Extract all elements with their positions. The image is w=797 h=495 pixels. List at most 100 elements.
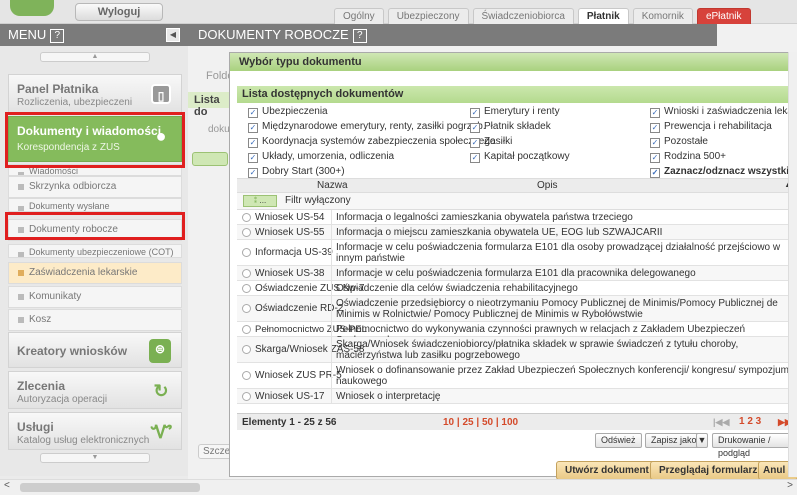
checkbox-check-icon: ✓ [248, 138, 258, 148]
sidebar-item-skrzynka[interactable]: Skrzynka odbiorcza [8, 176, 182, 198]
tab-ubezpieczony[interactable]: Ubezpieczony [387, 8, 469, 24]
sidebar: ▲ Panel Płatnika Rozliczenia, ubezpiecze… [0, 46, 188, 476]
sidebar-scroll-down-button[interactable]: ▼ [40, 453, 150, 463]
page-title: DOKUMENTY ROBOCZE [198, 27, 349, 42]
bg-filter-button[interactable] [192, 152, 228, 166]
sidebar-section-zlecenia[interactable]: Zlecenia Autoryzacja operacji ↻ [8, 371, 182, 409]
checkbox-check-icon: ✓ [650, 153, 660, 163]
sidebar-scroll-up-button[interactable]: ▲ [40, 52, 150, 62]
table-header: Nazwa Opis ▲ [237, 178, 797, 193]
save-as-dropdown-icon[interactable]: ▼ [696, 433, 708, 448]
radio-button[interactable] [242, 248, 251, 257]
radio-button[interactable] [242, 213, 251, 222]
doc-label: doku [208, 124, 230, 135]
sidebar-item-zaswiadczenia[interactable]: Zaświadczenia lekarskie [8, 262, 182, 284]
filter-bar: ⁑ ... Filtr wyłączony [237, 193, 797, 210]
checkbox-check-icon: ✓ [650, 138, 660, 148]
highlight-robocze [5, 212, 185, 240]
tab-komornik[interactable]: Komornik [632, 8, 693, 24]
scroll-right-icon[interactable]: > [787, 480, 793, 491]
role-tabs: Ogólny Ubezpieczony Świadczeniobiorca Pł… [334, 8, 755, 24]
browse-form-button[interactable]: Przeglądaj formularz [650, 461, 767, 480]
page-numbers[interactable]: 1 2 3 [739, 416, 761, 427]
table-row[interactable]: Wniosek US-17 Wniosek o interpretację [237, 389, 797, 404]
book-icon: ▯ [151, 84, 171, 104]
checkbox-kapital[interactable]: ✓ Kapitał początkowy [470, 151, 570, 163]
elements-count: Elementy 1 - 25 z 56 [242, 417, 337, 428]
tab-eplatnik[interactable]: ePłatnik [696, 8, 751, 24]
help-icon[interactable]: ? [352, 29, 367, 43]
top-bar: Wyloguj Ogólny Ubezpieczony Świadczeniob… [0, 0, 797, 24]
menu-header: MENU? ◀ [0, 24, 188, 46]
checkbox-wnioski-lekarskie[interactable]: ✓Wnioski i zaświadczenia lekarskie [650, 106, 797, 118]
zus-logo [10, 0, 54, 16]
radio-button[interactable] [242, 371, 251, 380]
table-row[interactable]: Wniosek US-55 Informacja o miejscu zamies… [237, 225, 797, 240]
checkbox-zasilki[interactable]: ✓ Zasiłki [470, 136, 512, 148]
logout-button[interactable]: Wyloguj [75, 3, 163, 21]
table-row[interactable]: Wniosek US-54 Informacja o legalności zam… [237, 210, 797, 225]
table-row[interactable]: Informacja US-39 Informacje w celu poświa… [237, 240, 797, 266]
form-wizard-icon: ⊜ [149, 339, 171, 363]
highlight-dokumenty [5, 112, 185, 168]
table-row[interactable]: Wniosek US-38 Informacje w celu poświadcz… [237, 266, 797, 281]
radio-button[interactable] [242, 284, 251, 293]
checkbox-pozostale[interactable]: ✓ Pozostałe [650, 136, 708, 148]
table-row[interactable]: Pełnomocnictwo ZUS-PEL Pełnomocnictwo do … [237, 322, 797, 346]
checkbox-check-icon: ✓ [248, 168, 258, 178]
checkbox-dobry-start[interactable]: ✓ Dobry Start (300+) [248, 166, 345, 178]
save-as-button[interactable]: Zapisz jako [645, 433, 703, 448]
sidebar-section-panel-platnika[interactable]: Panel Płatnika Rozliczenia, ubezpieczeni… [8, 74, 182, 114]
list-header: Lista dostępnych dokumentów [237, 86, 797, 103]
tab-ogolny[interactable]: Ogólny [334, 8, 384, 24]
section-subtitle: Katalog usług elektronicznych [17, 435, 150, 446]
checkbox-emerytury[interactable]: ✓ Emerytury i renty [470, 106, 560, 118]
tab-platnik[interactable]: Płatnik [577, 8, 629, 24]
menu-title: MENU [8, 27, 47, 42]
column-desc[interactable]: Opis [537, 180, 558, 191]
refresh-icon: ↻ [153, 381, 169, 401]
sidebar-item-cot[interactable]: Dokumenty ubezpieczeniowe (COT) [8, 244, 182, 258]
scroll-thumb[interactable] [20, 483, 200, 492]
radio-button[interactable] [242, 228, 251, 237]
checkbox-koordynacja[interactable]: ✓ Koordynacja systemów zabezpieczenia spo… [248, 136, 495, 148]
vertical-scrollbar[interactable] [788, 52, 797, 477]
table-row[interactable]: Oświadczenie ZUS Np-7 Oświadczenie dla ce… [237, 281, 797, 296]
tab-swiadczeniobiorca[interactable]: Świadczeniobiorca [472, 8, 574, 24]
horizontal-scrollbar[interactable]: < > [0, 479, 797, 495]
table-row[interactable]: Oświadczenie RD-2 Oświadczenie przedsiębi… [237, 296, 797, 322]
column-name[interactable]: Nazwa [317, 180, 348, 191]
page-size-selector[interactable]: 10 | 25 | 50 | 100 [443, 417, 518, 428]
create-document-button[interactable]: Utwórz dokument [556, 461, 658, 480]
document-type-dialog: Wybór typu dokumentu Lista dostępnych do… [229, 52, 797, 480]
sidebar-item-wyslane[interactable]: Dokumenty wysłane [8, 198, 182, 212]
radio-button[interactable] [242, 345, 251, 354]
list-label: Lista do [188, 92, 229, 118]
radio-button[interactable] [242, 269, 251, 278]
checkbox-ubezpieczenia[interactable]: ✓ Ubezpieczenia [248, 106, 328, 118]
radio-button[interactable] [242, 325, 251, 334]
radio-button[interactable] [242, 392, 251, 401]
filter-button[interactable]: ⁑ ... [243, 195, 277, 207]
sidebar-section-kreatory[interactable]: Kreatory wniosków ⊜ [8, 332, 182, 368]
checkbox-check-icon: ✓ [470, 153, 480, 163]
checkbox-platnik[interactable]: ✓ Płatnik składek [470, 121, 551, 133]
section-title: Panel Płatnika [17, 82, 99, 96]
sidebar-section-uslugi[interactable]: Usługi Katalog usług elektronicznych Ꮙ [8, 412, 182, 450]
sidebar-item-kosz[interactable]: Kosz [8, 309, 182, 331]
checkbox-rodzina[interactable]: ✓ Rodzina 500+ [650, 151, 726, 163]
collapse-menu-icon[interactable]: ◀ [166, 28, 180, 42]
scroll-left-icon[interactable]: < [4, 480, 10, 491]
first-page-icon[interactable]: |◀◀ [713, 417, 729, 428]
checkbox-prewencja[interactable]: ✓ Prewencja i rehabilitacja [650, 121, 772, 133]
print-preview-button[interactable]: Drukowanie / podgląd [712, 433, 796, 458]
help-icon[interactable]: ? [50, 29, 65, 43]
checkbox-uklady[interactable]: ✓ Układy, umorzenia, odliczenia [248, 151, 394, 163]
sidebar-item-komunikaty[interactable]: Komunikaty [8, 286, 182, 308]
refresh-button[interactable]: Odśwież [595, 433, 642, 448]
table-row[interactable]: Skarga/Wniosek ZAS-58 Skarga/Wniosek świa… [237, 337, 797, 363]
checkbox-miedzynarodowe[interactable]: ✓ Międzynarodowe emerytury, renty, zasiłk… [248, 121, 486, 133]
checkbox-select-all[interactable]: ✓ Zaznacz/odznacz wszystkie [650, 166, 795, 178]
radio-button[interactable] [242, 304, 251, 313]
table-row[interactable]: Wniosek ZUS PR-5 Wniosek o dofinansowanie… [237, 363, 797, 389]
